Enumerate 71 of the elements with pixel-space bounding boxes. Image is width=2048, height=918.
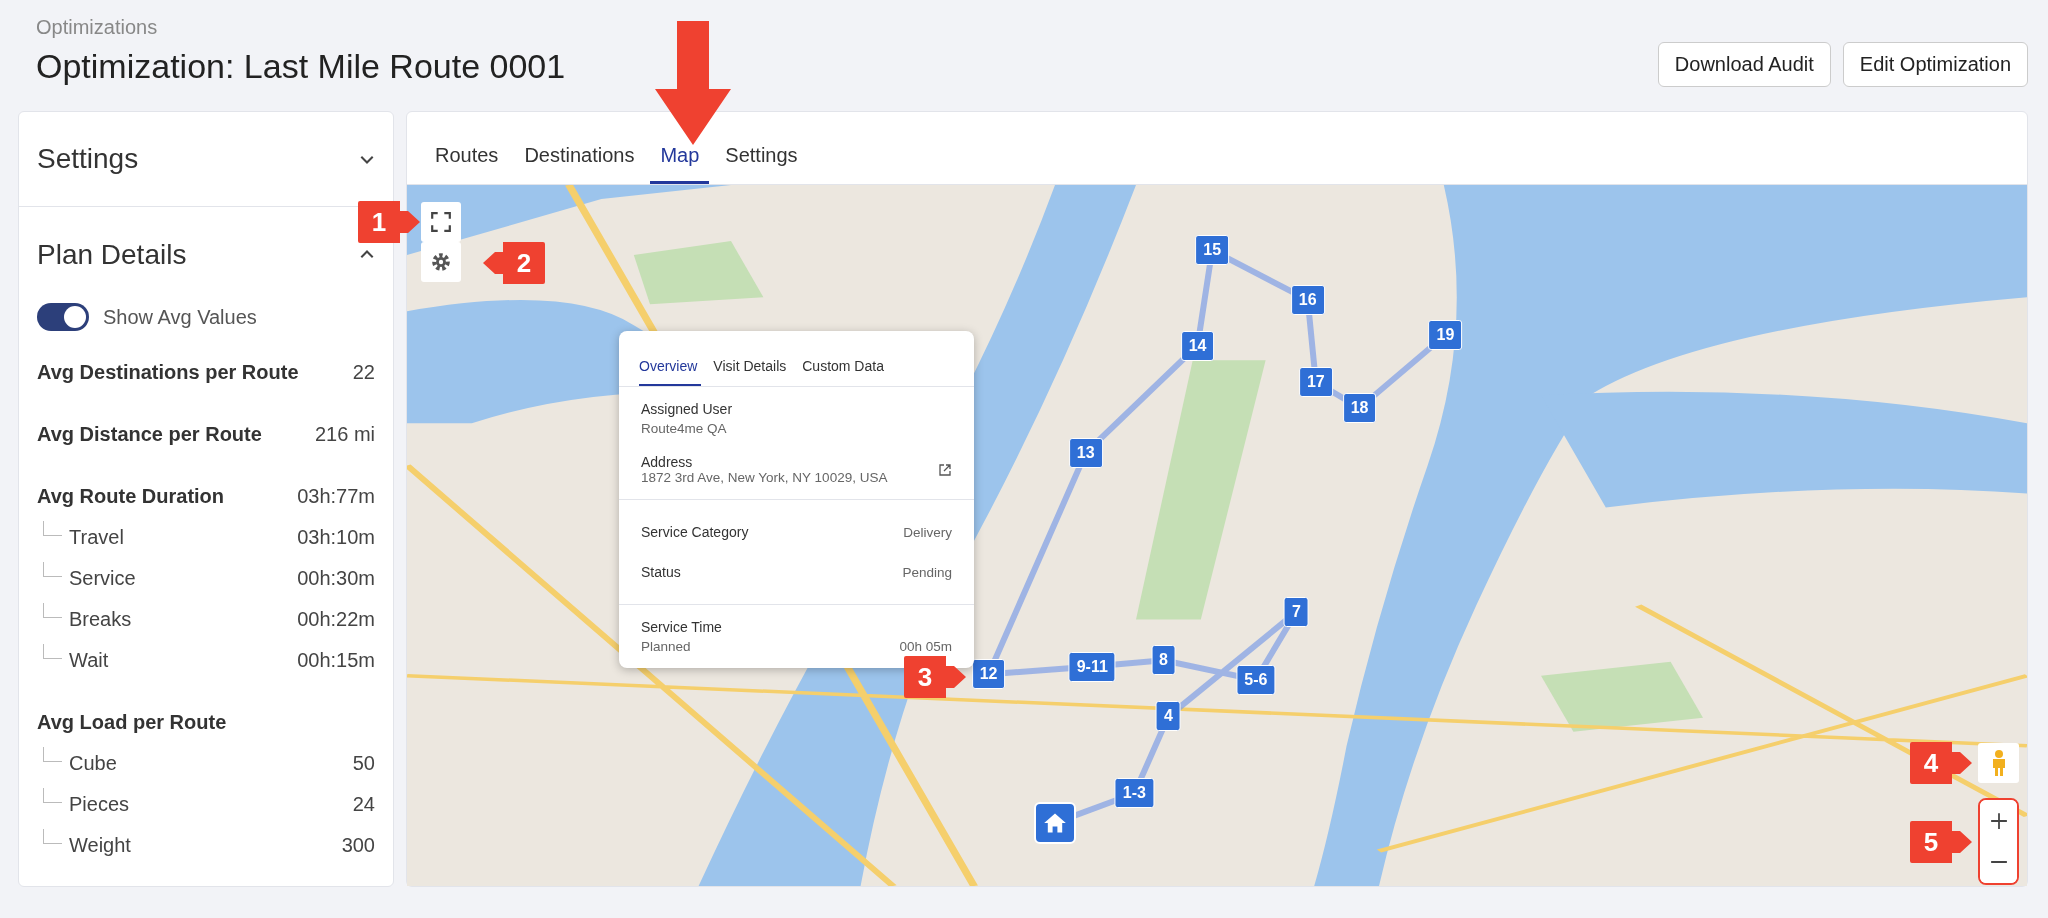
breadcrumb[interactable]: Optimizations <box>36 16 566 39</box>
stat-label: Avg Load per Route <box>37 710 227 734</box>
stat-value: 24 <box>352 793 375 816</box>
field-value: Pending <box>902 564 952 580</box>
field-value: Route4me QA <box>641 421 728 436</box>
field-label: Status <box>641 564 681 580</box>
tree-line <box>43 521 62 536</box>
stat-label: Cube <box>69 752 117 775</box>
tab[interactable]: Routes <box>425 144 509 184</box>
stat-label: Service <box>69 567 136 590</box>
page-title: Optimization: Last Mile Route 0001 <box>36 47 566 86</box>
depot-home-icon[interactable] <box>1034 801 1076 844</box>
callout-badge: 3 <box>902 654 968 700</box>
field-label: Service Category <box>641 524 749 540</box>
tree-line <box>43 644 62 659</box>
callout-badge: 4 <box>1908 740 1974 786</box>
tab[interactable]: Settings <box>715 144 808 184</box>
route-stop-marker[interactable]: 12 <box>971 659 1006 690</box>
stat-value: 03h:77m <box>297 484 375 508</box>
tab[interactable]: Destinations <box>514 144 645 184</box>
stat-value: 216 mi <box>314 422 375 446</box>
tree-line <box>43 829 62 844</box>
stat-label: Pieces <box>69 793 130 816</box>
toggle-switch[interactable] <box>37 303 89 331</box>
stat-value: 00h:22m <box>297 608 375 631</box>
field-label: Service Time <box>641 619 723 635</box>
route-stop-marker[interactable]: 4 <box>1155 701 1181 732</box>
section-title: Settings <box>37 143 139 175</box>
popup-tab[interactable]: Visit Details <box>713 358 791 386</box>
callout-badge: 2 <box>481 240 547 286</box>
field-label: Address <box>641 454 694 470</box>
fullscreen-icon[interactable] <box>421 202 461 242</box>
stat-value: 50 <box>352 752 375 775</box>
stat-label: Avg Route Duration <box>37 484 225 508</box>
header-button[interactable]: Edit Optimization <box>1842 42 2028 87</box>
tree-line <box>43 562 62 577</box>
stat-label: Avg Destinations per Route <box>37 360 299 384</box>
stat-value: 03h:10m <box>297 526 375 549</box>
stat-value: 00h:15m <box>297 649 375 672</box>
field-value: Delivery <box>903 524 952 540</box>
stat-value: 00h:30m <box>297 567 375 590</box>
route-stop-marker[interactable]: 15 <box>1195 235 1229 266</box>
settings-icon[interactable] <box>421 242 461 282</box>
field-label: Planned <box>641 639 691 654</box>
tree-line <box>43 747 62 762</box>
field-value: 00h 05m <box>899 639 952 654</box>
toggle-label: Show Avg Values <box>103 305 257 329</box>
tree-line <box>43 788 62 803</box>
route-stop-marker[interactable]: 9-11 <box>1068 651 1116 682</box>
stat-label: Travel <box>69 526 124 549</box>
route-stop-marker[interactable]: 19 <box>1428 320 1463 350</box>
route-stop-marker[interactable]: 8 <box>1151 645 1176 676</box>
field-label: Assigned User <box>641 401 734 417</box>
route-stop-marker[interactable]: 7 <box>1283 596 1309 627</box>
popup-tab[interactable]: Custom Data <box>802 358 888 386</box>
stat-label: Weight <box>69 834 131 857</box>
stat-label: Breaks <box>69 608 132 631</box>
stat-label: Wait <box>69 649 109 672</box>
stat-value: 22 <box>352 360 375 384</box>
popup-tab[interactable]: Overview <box>639 358 702 386</box>
external-link-icon[interactable] <box>938 462 952 477</box>
section-title: Plan Details <box>37 239 187 271</box>
tree-line <box>43 603 62 618</box>
route-stop-marker[interactable]: 1-3 <box>1114 778 1154 809</box>
callout-badge: 5 <box>1908 819 1974 865</box>
stat-value: 300 <box>341 834 375 857</box>
callout-badge: 1 <box>356 199 422 245</box>
field-value: 1872 3rd Ave, New York, NY 10029, USA <box>641 470 888 485</box>
header-button[interactable]: Download Audit <box>1657 42 1831 87</box>
stat-label: Avg Distance per Route <box>37 422 262 446</box>
route-stop-marker[interactable]: 5-6 <box>1236 664 1276 695</box>
